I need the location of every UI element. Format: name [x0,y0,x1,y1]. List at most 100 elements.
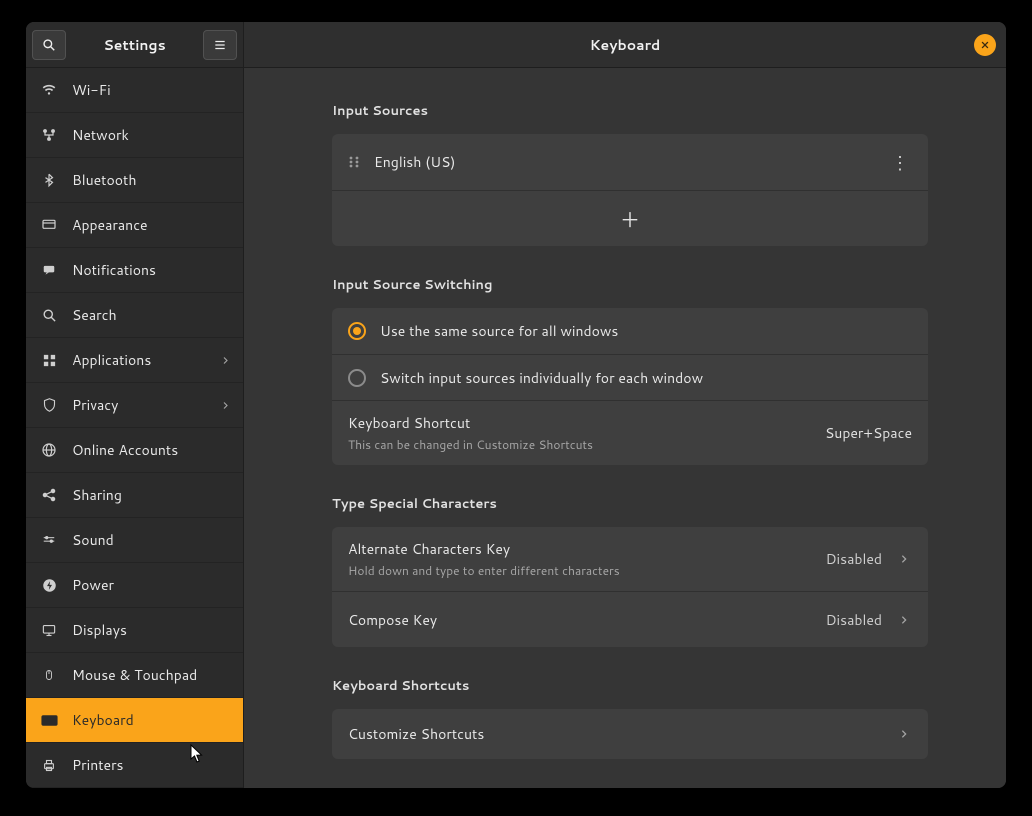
sidebar-item-label: Keyboard [72,710,134,730]
printers-icon [40,756,58,774]
input-source-label: English (US) [374,152,455,172]
network-icon [40,126,58,144]
bluetooth-icon [40,171,58,189]
chevron-right-icon [896,612,912,628]
chevron-right-icon [896,726,912,742]
settings-window: Settings Wi-Fi Network Bluetooth Appearance… [26,22,1006,788]
add-input-source-button[interactable]: ＋ [332,190,928,246]
plus-icon: ＋ [620,204,640,234]
sidebar-item-label: Mouse & Touchpad [72,665,197,685]
sidebar-item-network[interactable]: Network [26,113,243,158]
privacy-icon [40,396,58,414]
displays-icon [40,621,58,639]
switching-shortcut-row: Keyboard Shortcut This can be changed in… [332,400,928,465]
switching-option-each-label: Switch input sources individually for ea… [380,368,703,388]
sidebar-list: Wi-Fi Network Bluetooth Appearance Notificat… [26,68,243,788]
sidebar-item-search[interactable]: Search [26,293,243,338]
alternate-chars-row[interactable]: Alternate Characters Key Hold down and t… [332,527,928,591]
sidebar-item-notifications[interactable]: Notifications [26,248,243,293]
online-icon [40,441,58,459]
sidebar-item-label: Network [72,125,129,145]
sidebar-item-label: Applications [72,350,151,370]
search-button[interactable] [32,30,66,60]
search-icon [40,306,58,324]
sidebar-item-power[interactable]: Power [26,563,243,608]
shortcuts-group: Customize Shortcuts [332,709,928,759]
section-input-sources-title: Input Sources [332,102,928,120]
sidebar-item-label: Appearance [72,215,148,235]
sidebar-item-appearance[interactable]: Appearance [26,203,243,248]
customize-shortcuts-row[interactable]: Customize Shortcuts [332,709,928,759]
section-switching-title: Input Source Switching [332,276,928,294]
page-title: Keyboard [590,35,661,55]
customize-shortcuts-label: Customize Shortcuts [348,724,882,744]
content: Input Sources English (US) ⋮ ＋ Input Sou… [244,68,1006,788]
sidebar-item-label: Sound [72,530,114,550]
radio-unselected-icon [348,369,366,387]
sidebar-item-displays[interactable]: Displays [26,608,243,653]
close-icon [980,40,990,50]
sidebar-item-label: Wi-Fi [72,80,111,100]
sound-icon [40,531,58,549]
sidebar-item-wi-fi[interactable]: Wi-Fi [26,68,243,113]
main-header: Keyboard [244,22,1006,68]
sidebar-item-label: Printers [72,755,124,775]
appearance-icon [40,216,58,234]
sidebar-item-label: Displays [72,620,127,640]
compose-key-value: Disabled [826,610,882,630]
apps-icon [40,351,58,369]
switching-shortcut-value: Super+Space [825,423,912,443]
notifications-icon [40,261,58,279]
sidebar-item-bluetooth[interactable]: Bluetooth [26,158,243,203]
chevron-right-icon [896,551,912,567]
power-icon [40,576,58,594]
section-shortcuts-title: Keyboard Shortcuts [332,677,928,695]
main-panel: Keyboard Input Sources English (US) ⋮ [244,22,1006,788]
input-source-row[interactable]: English (US) ⋮ [332,134,928,190]
sidebar: Settings Wi-Fi Network Bluetooth Appearance… [26,22,244,788]
switching-option-same-label: Use the same source for all windows [380,321,618,341]
sidebar-item-label: Sharing [72,485,122,505]
sidebar-item-keyboard[interactable]: Keyboard [26,698,243,743]
sidebar-item-privacy[interactable]: Privacy [26,383,243,428]
sidebar-item-label: Bluetooth [72,170,136,190]
sidebar-item-printers[interactable]: Printers [26,743,243,788]
input-source-options-button[interactable]: ⋮ [888,149,912,175]
search-icon [42,38,56,52]
hamburger-icon [213,38,227,52]
radio-selected-icon [348,322,366,340]
sidebar-item-label: Privacy [72,395,118,415]
switching-option-same[interactable]: Use the same source for all windows [332,308,928,354]
keyboard-icon [40,711,58,729]
switching-shortcut-sub: This can be changed in Customize Shortcu… [348,436,811,453]
switching-group: Use the same source for all windows Swit… [332,308,928,465]
sidebar-item-sound[interactable]: Sound [26,518,243,563]
mouse-icon [40,666,58,684]
sidebar-item-label: Power [72,575,114,595]
alternate-chars-label: Alternate Characters Key [348,539,812,559]
sidebar-item-label: Search [72,305,117,325]
sidebar-item-mouse-touchpad[interactable]: Mouse & Touchpad [26,653,243,698]
special-group: Alternate Characters Key Hold down and t… [332,527,928,647]
chevron-right-icon [217,397,233,413]
alternate-chars-sub: Hold down and type to enter different ch… [348,562,812,579]
sidebar-item-applications[interactable]: Applications [26,338,243,383]
sidebar-item-label: Notifications [72,260,156,280]
switching-shortcut-label: Keyboard Shortcut [348,413,811,433]
compose-key-label: Compose Key [348,610,812,630]
sidebar-item-online-accounts[interactable]: Online Accounts [26,428,243,473]
close-button[interactable] [974,34,996,56]
switching-option-each[interactable]: Switch input sources individually for ea… [332,354,928,400]
section-special-title: Type Special Characters [332,495,928,513]
sidebar-title: Settings [72,35,197,55]
sharing-icon [40,486,58,504]
menu-button[interactable] [203,30,237,60]
compose-key-row[interactable]: Compose Key Disabled [332,591,928,647]
sidebar-header: Settings [26,22,243,68]
sidebar-item-sharing[interactable]: Sharing [26,473,243,518]
chevron-right-icon [217,352,233,368]
drag-handle-icon [348,155,360,169]
wifi-icon [40,81,58,99]
sidebar-item-label: Online Accounts [72,440,178,460]
alternate-chars-value: Disabled [826,549,882,569]
